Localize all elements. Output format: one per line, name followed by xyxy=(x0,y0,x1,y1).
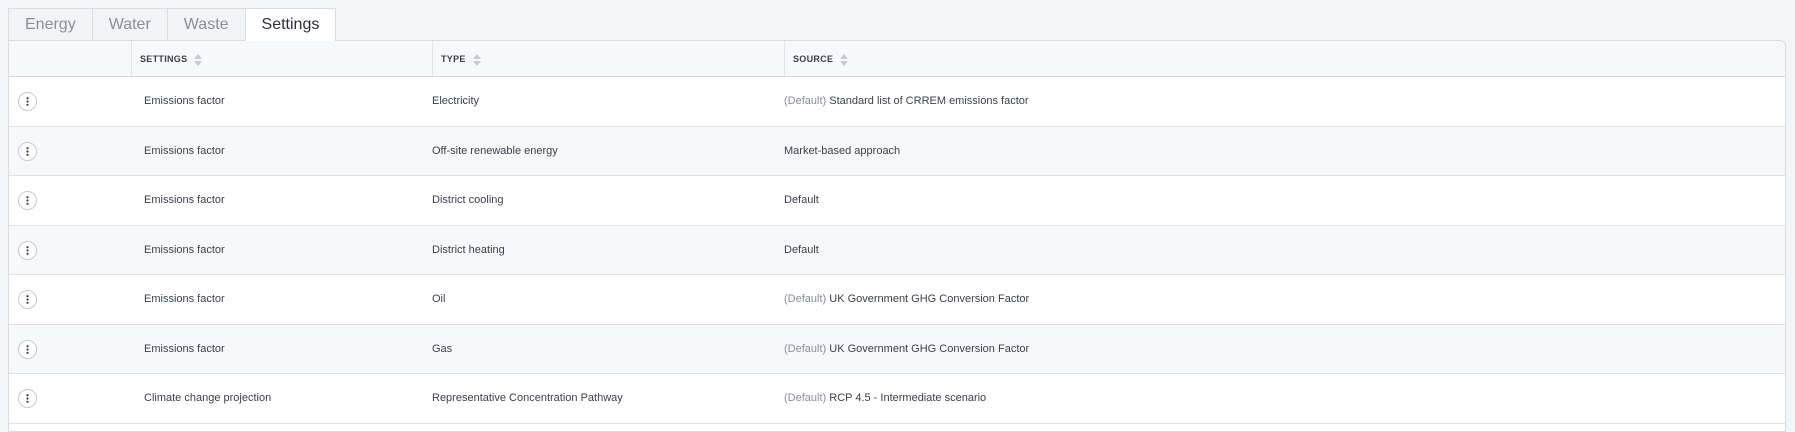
cell-settings: Emissions factor xyxy=(144,342,225,355)
cell-type: Gas xyxy=(432,342,453,355)
source-text: Standard list of CRREM emissions factor xyxy=(829,95,1029,107)
cell-source: (Default) UK Government GHG Conversion F… xyxy=(784,325,1029,374)
cell-source: Default xyxy=(784,176,819,225)
table-body: Emissions factor Electricity (Default) S… xyxy=(9,77,1785,424)
page: Energy Water Waste Settings SETTINGS TYP… xyxy=(8,8,1786,432)
cell-type: Electricity xyxy=(432,95,480,107)
source-text: Default xyxy=(784,194,819,206)
sort-icon[interactable] xyxy=(472,53,481,67)
table-row: Emissions factor District cooling Defaul… xyxy=(9,176,1785,226)
table-row: Emissions factor Gas (Default) UK Govern… xyxy=(9,324,1785,374)
source-text: Market-based approach xyxy=(784,144,901,157)
cell-settings: Emissions factor xyxy=(144,194,225,206)
source-default-prefix: (Default) xyxy=(784,293,827,305)
cell-source: Market-based approach xyxy=(784,127,900,176)
column-header-source[interactable]: SOURCE xyxy=(784,41,849,77)
source-text: RCP 4.5 - Intermediate scenario xyxy=(829,392,987,404)
tab-energy[interactable]: Energy xyxy=(8,8,92,40)
column-header-label: SOURCE xyxy=(793,54,834,64)
tab-settings[interactable]: Settings xyxy=(244,8,337,41)
column-header-label: SETTINGS xyxy=(140,54,188,64)
source-text: UK Government GHG Conversion Factor xyxy=(829,293,1030,305)
cell-type: District heating xyxy=(432,243,505,256)
table-row: Emissions factor Oil (Default) UK Govern… xyxy=(9,275,1785,325)
table-row: Emissions factor Electricity (Default) S… xyxy=(9,77,1785,127)
kebab-menu-icon[interactable] xyxy=(18,240,37,260)
settings-table: SETTINGS TYPE SOURCE Emissions factor El… xyxy=(8,40,1786,432)
cell-type: District cooling xyxy=(432,194,504,206)
cell-settings: Climate change projection xyxy=(144,392,272,404)
cell-settings: Emissions factor xyxy=(144,243,225,256)
cell-type: Off-site renewable energy xyxy=(432,144,558,157)
cell-source: (Default) UK Government GHG Conversion F… xyxy=(784,275,1029,324)
cell-settings: Emissions factor xyxy=(144,293,225,305)
cell-type: Oil xyxy=(432,293,446,305)
table-row: Emissions factor Off-site renewable ener… xyxy=(9,126,1785,176)
source-default-prefix: (Default) xyxy=(784,95,827,107)
tab-bar: Energy Water Waste Settings xyxy=(8,8,1786,41)
kebab-menu-icon[interactable] xyxy=(18,191,37,210)
column-header-label: TYPE xyxy=(441,54,466,64)
cell-source: (Default) RCP 4.5 - Intermediate scenari… xyxy=(784,374,986,423)
column-header-settings[interactable]: SETTINGS xyxy=(131,41,203,77)
kebab-menu-icon[interactable] xyxy=(18,92,37,111)
tab-water[interactable]: Water xyxy=(91,8,167,40)
kebab-menu-icon[interactable] xyxy=(18,290,37,309)
kebab-menu-icon[interactable] xyxy=(18,141,37,161)
cell-source: Default xyxy=(784,226,819,275)
column-header-type[interactable]: TYPE xyxy=(432,41,481,77)
cell-type: Representative Concentration Pathway xyxy=(432,392,623,404)
source-text: UK Government GHG Conversion Factor xyxy=(829,342,1030,355)
sort-icon[interactable] xyxy=(840,53,849,67)
kebab-menu-icon[interactable] xyxy=(18,339,37,359)
source-default-prefix: (Default) xyxy=(784,342,827,355)
kebab-menu-icon[interactable] xyxy=(18,389,37,408)
cell-settings: Emissions factor xyxy=(144,144,225,157)
cell-source: (Default) Standard list of CRREM emissio… xyxy=(784,77,1029,126)
table-row: Emissions factor District heating Defaul… xyxy=(9,225,1785,275)
cell-settings: Emissions factor xyxy=(144,95,225,107)
tab-waste[interactable]: Waste xyxy=(166,8,245,40)
source-default-prefix: (Default) xyxy=(784,392,827,404)
sort-icon[interactable] xyxy=(194,53,203,67)
table-header: SETTINGS TYPE SOURCE xyxy=(9,41,1785,77)
source-text: Default xyxy=(784,243,819,256)
table-row: Climate change projection Representative… xyxy=(9,374,1785,424)
